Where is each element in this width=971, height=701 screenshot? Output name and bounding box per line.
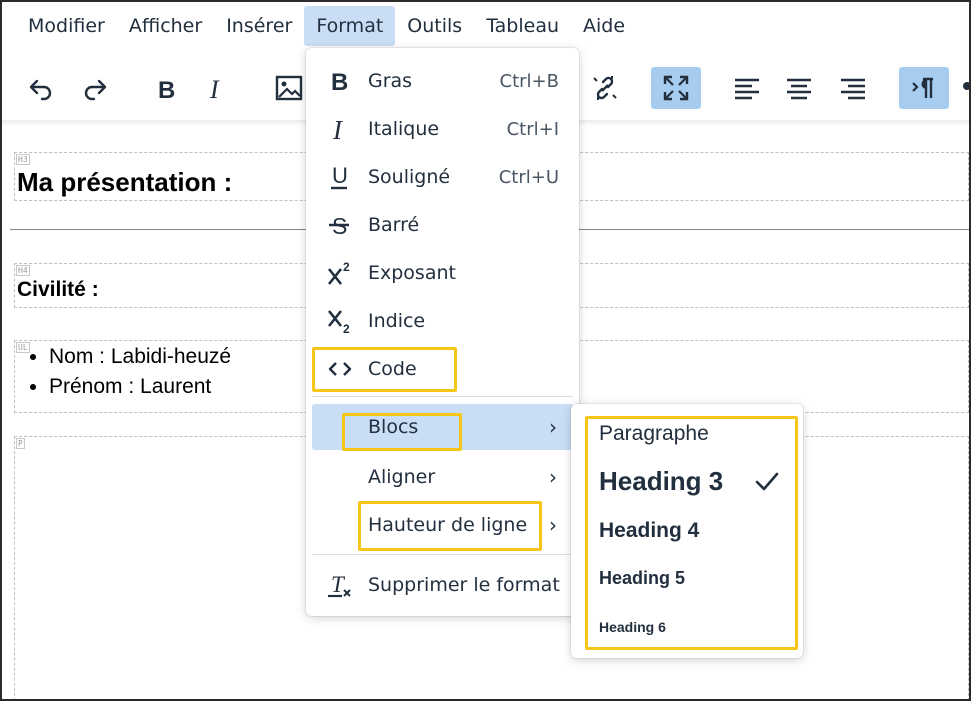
unlink-icon	[593, 76, 617, 100]
menu-tableau[interactable]: Tableau	[474, 6, 571, 46]
italic-icon: I	[332, 115, 344, 144]
image-icon	[275, 75, 303, 101]
menu-format[interactable]: Format	[304, 6, 396, 46]
bold-icon: B	[331, 69, 348, 96]
submenu-item-heading-5[interactable]: Heading 5	[599, 568, 685, 589]
svg-text:U: U	[332, 163, 348, 188]
svg-text:I: I	[209, 75, 220, 103]
align-center-button[interactable]	[774, 67, 824, 109]
menu-item-indice[interactable]: 2 Indice	[312, 298, 573, 344]
fullscreen-button[interactable]	[651, 67, 701, 109]
align-right-button[interactable]	[828, 67, 878, 109]
ltr-direction-icon	[912, 77, 933, 98]
menu-inserer[interactable]: Insérer	[214, 6, 304, 46]
svg-text:2: 2	[343, 322, 350, 336]
strikethrough-icon: S	[329, 213, 349, 239]
page-title: Ma présentation :	[17, 167, 233, 197]
checkmark-icon	[755, 472, 779, 491]
menu-item-souligne[interactable]: U Souligné Ctrl+U	[312, 154, 573, 200]
bold-icon: B	[158, 77, 175, 103]
submenu-item-heading-6[interactable]: Heading 6	[599, 619, 666, 635]
underline-icon: U	[331, 163, 348, 190]
italic-button[interactable]: I	[191, 67, 241, 109]
list-item: Nom : Labidi-heuzé	[49, 342, 231, 372]
bullet-list: Nom : Labidi-heuzé Prénom : Laurent	[15, 342, 231, 402]
menu-modifier[interactable]: Modifier	[16, 6, 117, 46]
undo-icon	[29, 79, 52, 101]
menu-aide[interactable]: Aide	[571, 6, 637, 46]
svg-text:B: B	[158, 77, 175, 103]
ltr-direction-button[interactable]	[899, 67, 949, 109]
menu-separator	[312, 396, 573, 397]
list-item: Prénom : Laurent	[49, 372, 231, 402]
menu-item-hauteur-de-ligne[interactable]: Hauteur de ligne ›	[312, 502, 573, 548]
svg-text:T: T	[331, 572, 346, 597]
p-tag: P	[16, 438, 25, 449]
menu-outils[interactable]: Outils	[395, 6, 474, 46]
redo-button[interactable]	[70, 67, 120, 109]
submenu-item-heading-3[interactable]: Heading 3	[599, 466, 723, 497]
h4-tag: H4	[16, 265, 30, 276]
menu-afficher[interactable]: Afficher	[117, 6, 214, 46]
chevron-right-icon: ›	[549, 513, 557, 537]
menubar: Modifier Afficher Insérer Format Outils …	[2, 2, 969, 50]
unlink-button[interactable]	[580, 67, 630, 109]
menu-item-italique[interactable]: I Italique Ctrl+I	[312, 106, 573, 152]
menu-item-code[interactable]: Code	[312, 346, 573, 392]
bold-button[interactable]: B	[141, 67, 191, 109]
h3-tag: H3	[16, 154, 30, 165]
superscript-icon: 2	[327, 260, 350, 285]
menu-item-barre[interactable]: S Barré	[312, 202, 573, 248]
editor-window: Modifier Afficher Insérer Format Outils …	[0, 0, 971, 701]
blocks-submenu: Paragraphe Heading 3 Heading 4 Heading 5…	[571, 404, 803, 658]
menu-item-blocs[interactable]: Blocs ›	[312, 404, 573, 450]
format-menu: B Gras Ctrl+B I Italique Ctrl+I U Soulig…	[306, 48, 579, 616]
menu-item-aligner[interactable]: Aligner ›	[312, 454, 573, 500]
chevron-right-icon: ›	[549, 415, 557, 439]
menu-item-exposant[interactable]: 2 Exposant	[312, 250, 573, 296]
svg-text:I: I	[332, 115, 344, 144]
redo-icon	[84, 79, 107, 101]
align-center-icon	[787, 78, 811, 100]
menu-separator	[312, 554, 573, 555]
remove-format-icon: T	[328, 572, 351, 598]
chevron-right-icon: ›	[549, 465, 557, 489]
menu-item-supprimer-format[interactable]: T Supprimer le format	[312, 562, 573, 608]
code-icon	[328, 362, 352, 376]
align-left-button[interactable]	[722, 67, 772, 109]
fullscreen-icon	[663, 75, 689, 101]
italic-icon: I	[209, 75, 220, 103]
menu-item-gras[interactable]: B Gras Ctrl+B	[312, 58, 573, 104]
svg-text:2: 2	[343, 260, 350, 274]
subscript-icon: 2	[327, 310, 350, 336]
civility-heading: Civilité :	[17, 278, 99, 301]
svg-text:B: B	[331, 69, 348, 96]
more-icon[interactable]	[963, 82, 969, 90]
submenu-item-paragraphe[interactable]: Paragraphe	[599, 422, 709, 446]
submenu-item-heading-4[interactable]: Heading 4	[599, 519, 699, 543]
align-right-icon	[841, 78, 865, 100]
undo-button[interactable]	[16, 67, 66, 109]
align-left-icon	[735, 78, 759, 100]
